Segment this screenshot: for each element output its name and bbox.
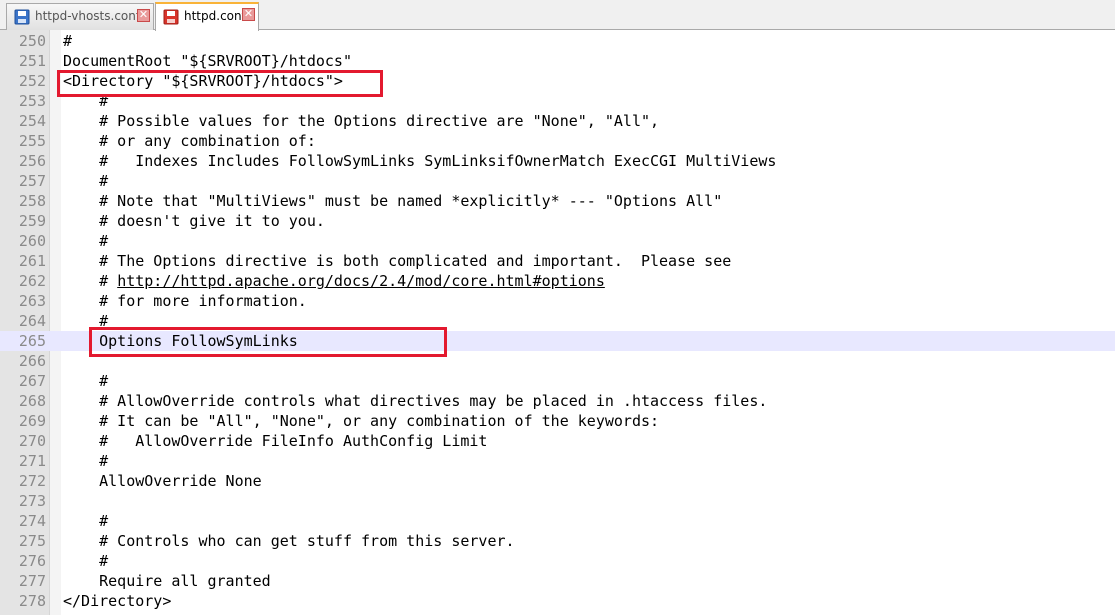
code-line[interactable]: 273 <box>0 491 1115 511</box>
line-text[interactable]: # It can be "All", "None", or any combin… <box>63 411 659 431</box>
line-text[interactable]: # Possible values for the Options direct… <box>63 111 659 131</box>
code-line[interactable]: 277 Require all granted <box>0 571 1115 591</box>
code-line[interactable]: 254 # Possible values for the Options di… <box>0 111 1115 131</box>
code-line[interactable]: 257 # <box>0 171 1115 191</box>
line-text[interactable]: # Indexes Includes FollowSymLinks SymLin… <box>63 151 776 171</box>
line-text[interactable]: Require all granted <box>63 571 271 591</box>
line-number: 263 <box>18 292 46 310</box>
line-text[interactable]: # http://httpd.apache.org/docs/2.4/mod/c… <box>63 271 605 291</box>
line-number: 278 <box>18 592 46 610</box>
line-number: 273 <box>18 492 46 510</box>
code-line[interactable]: 264 # <box>0 311 1115 331</box>
line-number: 252 <box>18 72 46 90</box>
code-line[interactable]: 270 # AllowOverride FileInfo AuthConfig … <box>0 431 1115 451</box>
code-line[interactable]: 272 AllowOverride None <box>0 471 1115 491</box>
unsaved-disk-icon <box>163 9 179 25</box>
line-text[interactable]: # <box>63 171 108 191</box>
comment-prefix: # <box>63 272 118 290</box>
line-text[interactable]: # The Options directive is both complica… <box>63 251 731 271</box>
line-text[interactable]: # <box>63 31 72 51</box>
line-text[interactable]: # <box>63 231 108 251</box>
code-line[interactable]: 260 # <box>0 231 1115 251</box>
line-text[interactable]: # Controls who can get stuff from this s… <box>63 531 514 551</box>
line-text[interactable]: # doesn't give it to you. <box>63 211 325 231</box>
code-line[interactable]: 253 # <box>0 91 1115 111</box>
line-number: 268 <box>18 392 46 410</box>
line-number: 276 <box>18 552 46 570</box>
line-number: 262 <box>18 272 46 290</box>
code-line[interactable]: 259 # doesn't give it to you. <box>0 211 1115 231</box>
line-number: 274 <box>18 512 46 530</box>
code-line[interactable]: 251 DocumentRoot "${SRVROOT}/htdocs" <box>0 51 1115 71</box>
line-text[interactable]: # <box>63 371 108 391</box>
line-text[interactable]: # <box>63 91 108 111</box>
code-editor[interactable]: 250 #251 DocumentRoot "${SRVROOT}/htdocs" 2… <box>0 30 1115 615</box>
code-line[interactable]: 276 # <box>0 551 1115 571</box>
editor-window: httpd-vhosts.conf ✕ httpd.conf ✕ 250 #251… <box>0 0 1115 615</box>
tab-httpd-vhosts-conf[interactable]: httpd-vhosts.conf ✕ <box>6 3 154 30</box>
line-text[interactable]: # <box>63 451 108 471</box>
line-number: 264 <box>18 312 46 330</box>
line-number: 269 <box>18 412 46 430</box>
code-line[interactable]: 261 # The Options directive is both comp… <box>0 251 1115 271</box>
line-number: 259 <box>18 212 46 230</box>
line-number: 270 <box>18 432 46 450</box>
line-number: 277 <box>18 572 46 590</box>
code-line[interactable]: 263 # for more information. <box>0 291 1115 311</box>
code-line[interactable]: 252 <Directory "${SRVROOT}/htdocs"> <box>0 71 1115 91</box>
line-number: 266 <box>18 352 46 370</box>
line-number: 251 <box>18 52 46 70</box>
code-line[interactable]: 250 # <box>0 31 1115 51</box>
line-number: 261 <box>18 252 46 270</box>
line-text[interactable]: # <box>63 551 108 571</box>
code-line[interactable]: 255 # or any combination of: <box>0 131 1115 151</box>
tab-close-icon[interactable]: ✕ <box>242 8 255 21</box>
line-number: 253 <box>18 92 46 110</box>
line-text[interactable]: # or any combination of: <box>63 131 316 151</box>
tab-bar: httpd-vhosts.conf ✕ httpd.conf ✕ <box>0 0 1115 31</box>
tab-label: httpd-vhosts.conf <box>35 9 141 23</box>
code-line[interactable]: 278 </Directory> <box>0 591 1115 611</box>
code-line[interactable]: 269 # It can be "All", "None", or any co… <box>0 411 1115 431</box>
code-line[interactable]: 274 # <box>0 511 1115 531</box>
line-number: 271 <box>18 452 46 470</box>
line-text[interactable]: # <box>63 311 108 331</box>
save-disk-icon <box>14 9 30 25</box>
line-number: 267 <box>18 372 46 390</box>
code-line[interactable]: 275 # Controls who can get stuff from th… <box>0 531 1115 551</box>
line-number: 257 <box>18 172 46 190</box>
tab-httpd-conf[interactable]: httpd.conf ✕ <box>155 2 259 31</box>
line-number: 250 <box>18 32 46 50</box>
tab-close-icon[interactable]: ✕ <box>137 9 150 22</box>
apache-docs-link[interactable]: http://httpd.apache.org/docs/2.4/mod/cor… <box>117 272 605 290</box>
line-number: 272 <box>18 472 46 490</box>
line-text[interactable]: DocumentRoot "${SRVROOT}/htdocs" <box>63 51 352 71</box>
code-line[interactable]: 256 # Indexes Includes FollowSymLinks Sy… <box>0 151 1115 171</box>
code-line[interactable]: 266 <box>0 351 1115 371</box>
line-text[interactable]: Options FollowSymLinks <box>63 331 298 351</box>
line-number: 265 <box>18 332 46 350</box>
line-text[interactable]: # <box>63 511 108 531</box>
line-text[interactable]: </Directory> <box>63 591 171 611</box>
line-number: 254 <box>18 112 46 130</box>
line-text[interactable]: # AllowOverride FileInfo AuthConfig Limi… <box>63 431 487 451</box>
line-number: 255 <box>18 132 46 150</box>
line-text[interactable]: # Note that "MultiViews" must be named *… <box>63 191 722 211</box>
code-line[interactable]: 265 Options FollowSymLinks <box>0 331 1115 351</box>
line-text[interactable]: # AllowOverride controls what directives… <box>63 391 767 411</box>
line-text[interactable]: # for more information. <box>63 291 307 311</box>
line-text[interactable]: <Directory "${SRVROOT}/htdocs"> <box>63 71 343 91</box>
code-line[interactable]: 268 # AllowOverride controls what direct… <box>0 391 1115 411</box>
line-number: 258 <box>18 192 46 210</box>
code-line[interactable]: 258 # Note that "MultiViews" must be nam… <box>0 191 1115 211</box>
line-text[interactable]: AllowOverride None <box>63 471 262 491</box>
line-number: 256 <box>18 152 46 170</box>
code-line[interactable]: 271 # <box>0 451 1115 471</box>
line-number: 260 <box>18 232 46 250</box>
code-line[interactable]: 267 # <box>0 371 1115 391</box>
tab-label: httpd.conf <box>184 9 246 23</box>
line-number: 275 <box>18 532 46 550</box>
code-line[interactable]: 262 # http://httpd.apache.org/docs/2.4/m… <box>0 271 1115 291</box>
